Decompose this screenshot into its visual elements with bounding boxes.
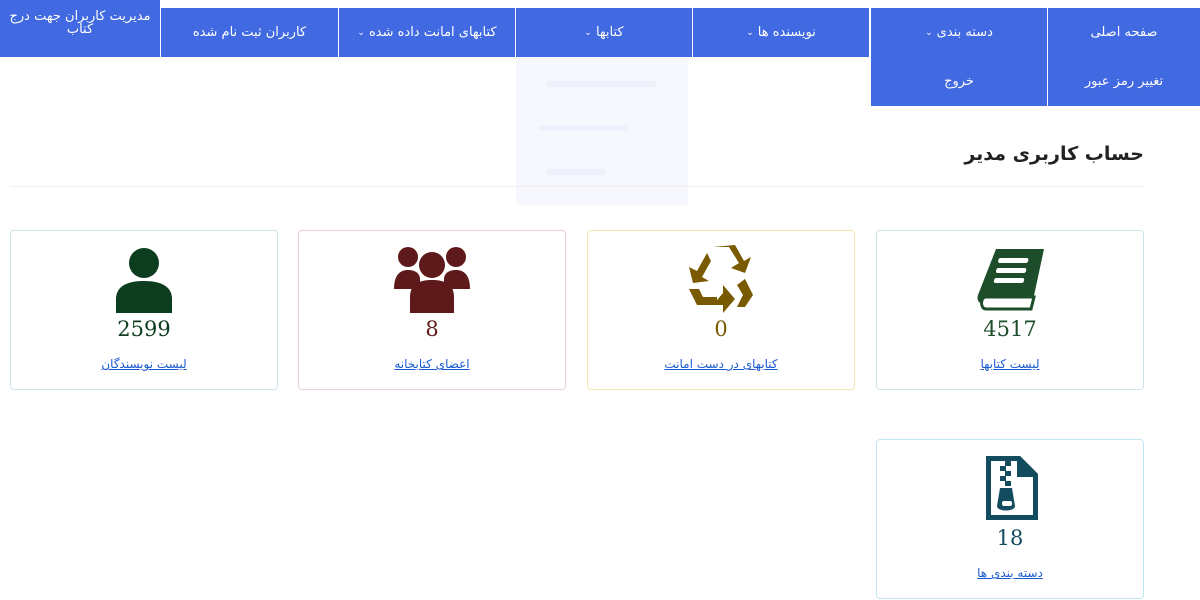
nav-registered-users-label: کاربران ثبت نام شده [192,25,307,40]
page-title: حساب کاربری مدیر [964,143,1144,165]
categories-count: 18 [996,526,1024,550]
nav-categories-label: دسته بندی [936,25,993,40]
file-zip-icon [877,452,1143,524]
book-icon [877,243,1143,315]
nav-categories[interactable]: دسته بندی ⌄ [871,8,1047,57]
user-icon [11,243,277,315]
books-dropdown-ghost [516,57,688,205]
chevron-down-icon: ⌄ [357,27,365,38]
nav-change-password[interactable]: تغییر رمز عبور [1048,57,1200,106]
chevron-down-icon: ⌄ [925,27,933,38]
books-list-link[interactable]: لیست کتابها [877,357,1143,371]
authors-card: 2599 لیست نویسندگان [10,230,278,390]
members-count: 8 [425,317,439,341]
nav-logout-label: خروج [944,74,974,89]
title-divider [10,186,1144,187]
books-card: 4517 لیست کتابها [876,230,1144,390]
nav-manage-users[interactable]: مدیریت کاربران جهت درج کتاب [0,0,160,57]
nav-manage-users-label: مدیریت کاربران جهت درج کتاب [9,9,151,37]
books-count: 4517 [983,317,1037,341]
chevron-down-icon: ⌄ [584,27,592,38]
chevron-down-icon: ⌄ [746,27,754,38]
loaned-books-link[interactable]: کتابهای در دست امانت [588,357,854,371]
nav-registered-users[interactable]: کاربران ثبت نام شده [161,8,338,57]
nav-books-label: کتابها [595,25,624,40]
nav-authors[interactable]: نویسنده ها ⌄ [693,8,869,57]
categories-link[interactable]: دسته بندی ها [877,566,1143,580]
nav-authors-label: نویسنده ها [757,25,816,40]
users-icon [299,243,565,315]
nav-loaned-books[interactable]: کتابهای امانت داده شده ⌄ [339,8,515,57]
authors-count: 2599 [117,317,171,341]
nav-home[interactable]: صفحه اصلی [1048,8,1200,57]
nav-logout[interactable]: خروج [871,57,1047,106]
loaned-books-count: 0 [714,317,728,341]
members-link[interactable]: اعضای کتابخانه [299,357,565,371]
categories-card: 18 دسته بندی ها [876,439,1144,599]
members-card: 8 اعضای کتابخانه [298,230,566,390]
nav-home-label: صفحه اصلی [1090,25,1158,40]
authors-list-link[interactable]: لیست نویسندگان [11,357,277,371]
recycle-icon [588,243,854,315]
nav-loaned-books-label: کتابهای امانت داده شده [368,25,497,40]
top-navbar: مدیریت کاربران جهت درج کتاب کاربران ثبت … [0,0,1200,205]
nav-change-password-label: تغییر رمز عبور [1084,74,1164,89]
loaned-books-card: 0 کتابهای در دست امانت [587,230,855,390]
nav-books[interactable]: کتابها ⌄ [516,8,692,57]
